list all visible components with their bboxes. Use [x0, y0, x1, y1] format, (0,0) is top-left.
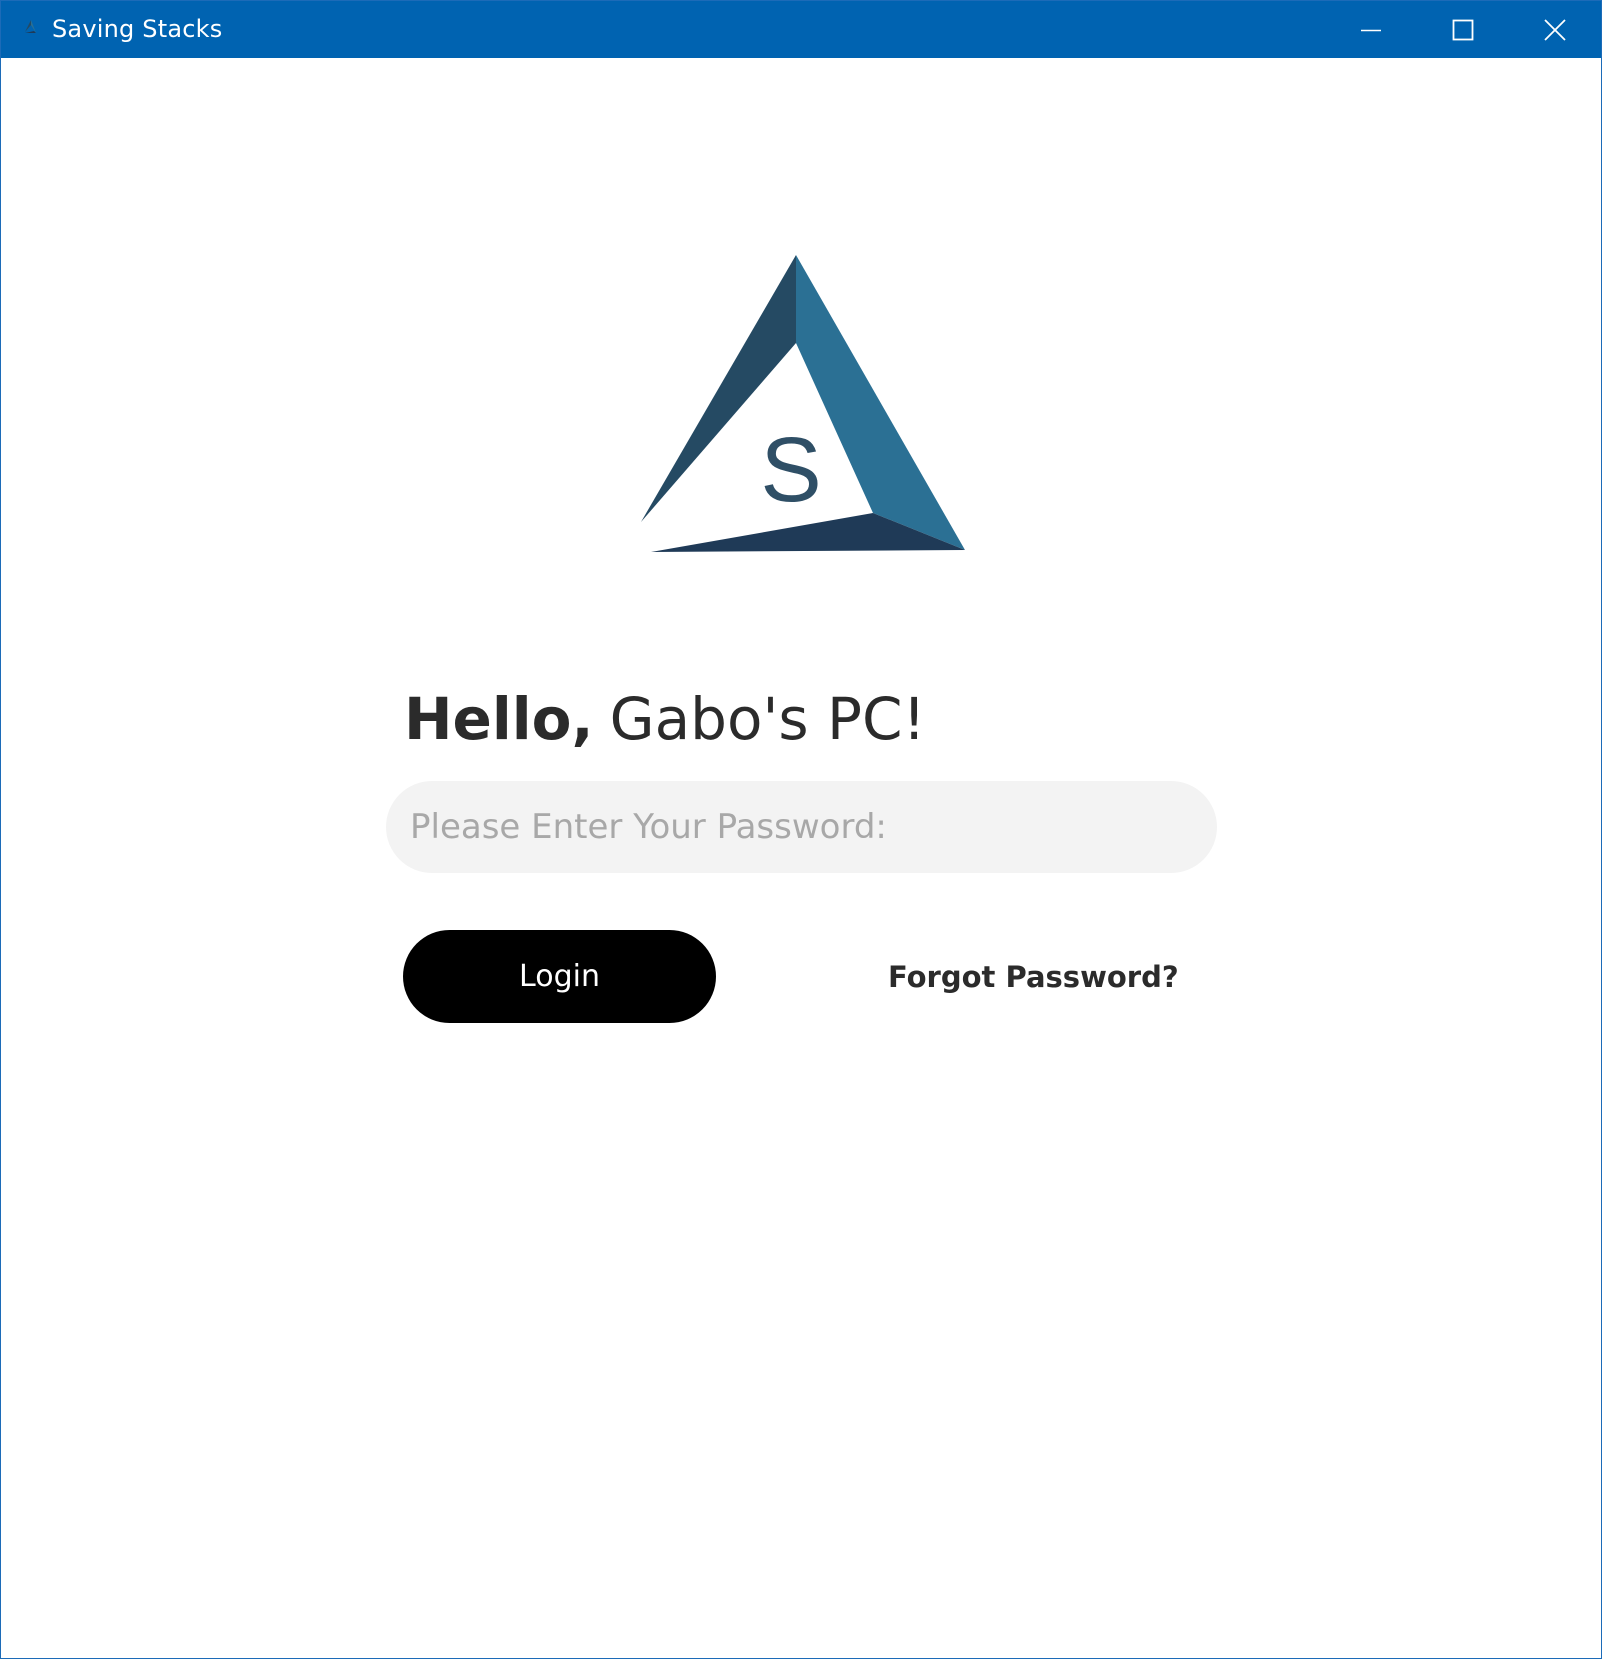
app-triangle-icon [22, 19, 40, 37]
maximize-button[interactable] [1417, 1, 1509, 58]
saving-stacks-logo: S [641, 255, 965, 553]
logo-letter: S [760, 419, 821, 521]
login-button[interactable]: Login [403, 930, 716, 1023]
close-button[interactable] [1509, 1, 1601, 58]
maximize-icon [1452, 19, 1474, 41]
app-window: Saving Stacks S Hello, Gabo's PC! Login … [0, 0, 1602, 1659]
greeting-user-name: Gabo's PC! [609, 685, 926, 753]
minimize-button[interactable] [1325, 1, 1417, 58]
greeting-heading: Hello, Gabo's PC! [404, 683, 926, 756]
password-input[interactable] [386, 781, 1217, 873]
greeting-hello: Hello, [404, 685, 594, 753]
window-title: Saving Stacks [52, 15, 223, 43]
forgot-password-link[interactable]: Forgot Password? [888, 958, 1179, 996]
minimize-icon [1360, 19, 1382, 41]
title-bar[interactable]: Saving Stacks [1, 1, 1601, 58]
close-icon [1544, 18, 1566, 41]
